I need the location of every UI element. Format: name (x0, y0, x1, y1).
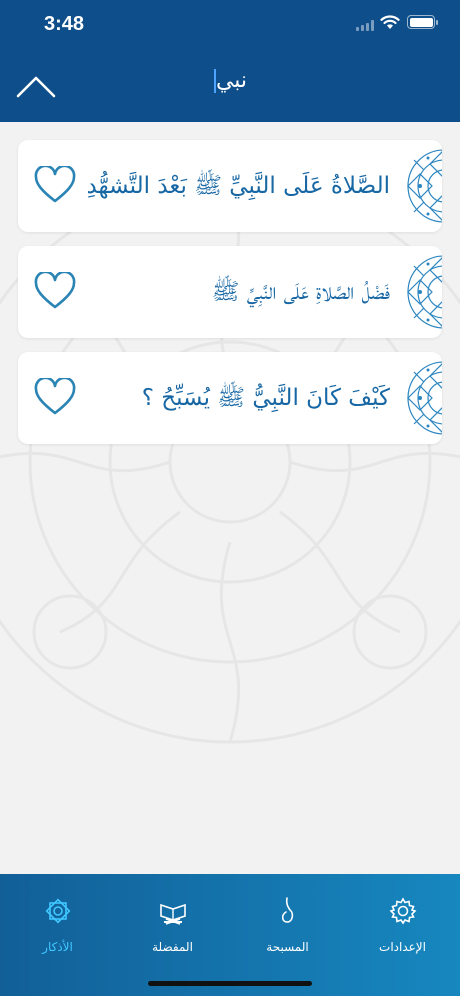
status-time: 3:48 (44, 13, 85, 35)
gear-icon (389, 897, 417, 925)
collapse-search-button[interactable] (14, 66, 58, 106)
chevron-up-icon (16, 76, 56, 98)
result-title: الصَّلاةُ عَلَى النَّبِيِّ ﷺ بَعْدَ التَ… (88, 173, 390, 199)
tab-label: المسبحة (266, 940, 309, 954)
arabesque-ornament-icon (407, 255, 442, 329)
cellular-signal-icon (356, 20, 374, 31)
quran-stand-icon (160, 903, 186, 925)
arabesque-ornament-icon (407, 361, 442, 435)
heart-outline-icon (34, 376, 76, 415)
result-title: فَضْلُ الصَّلاةِ عَلَى النَّبِيِّ ﷺ (211, 279, 390, 305)
battery-icon (407, 15, 438, 29)
list-item[interactable]: فَضْلُ الصَّلاةِ عَلَى النَّبِيِّ ﷺ (18, 246, 442, 338)
favorite-button[interactable] (34, 164, 76, 204)
navigation-header: 3:48 نبي (0, 0, 460, 122)
tab-label: الإعدادات (379, 940, 426, 954)
tab-tasbih[interactable]: المسبحة (230, 874, 345, 974)
tab-adhkar[interactable]: الأذكار (0, 874, 115, 974)
droplet-icon (281, 897, 294, 923)
bottom-tab-bar: الإعدادات المسبحة المفضلة الأذكار (0, 874, 460, 996)
heart-outline-icon (34, 270, 76, 309)
tab-settings[interactable]: الإعدادات (345, 874, 460, 974)
home-indicator[interactable] (148, 981, 312, 986)
favorite-button[interactable] (34, 376, 76, 416)
star-ornament-icon (45, 898, 71, 924)
tab-label: الأذكار (42, 940, 73, 954)
search-results-list: الصَّلاةُ عَلَى النَّبِيِّ ﷺ بَعْدَ التَ… (18, 140, 442, 458)
result-title: كَيْفَ كَانَ النَّبِيُّ ﷺ يُسَبِّحُ ؟ (141, 385, 390, 411)
search-input[interactable]: نبي (110, 68, 350, 100)
arabesque-ornament-icon (407, 149, 442, 223)
wifi-icon (380, 15, 400, 29)
favorite-button[interactable] (34, 270, 76, 310)
list-item[interactable]: الصَّلاةُ عَلَى النَّبِيِّ ﷺ بَعْدَ التَ… (18, 140, 442, 232)
tab-favorites[interactable]: المفضلة (115, 874, 230, 974)
search-query-text: نبي (215, 68, 248, 93)
tab-label: المفضلة (152, 940, 193, 954)
status-bar: 3:48 (0, 0, 460, 50)
list-item[interactable]: كَيْفَ كَانَ النَّبِيُّ ﷺ يُسَبِّحُ ؟ (18, 352, 442, 444)
heart-outline-icon (34, 164, 76, 203)
